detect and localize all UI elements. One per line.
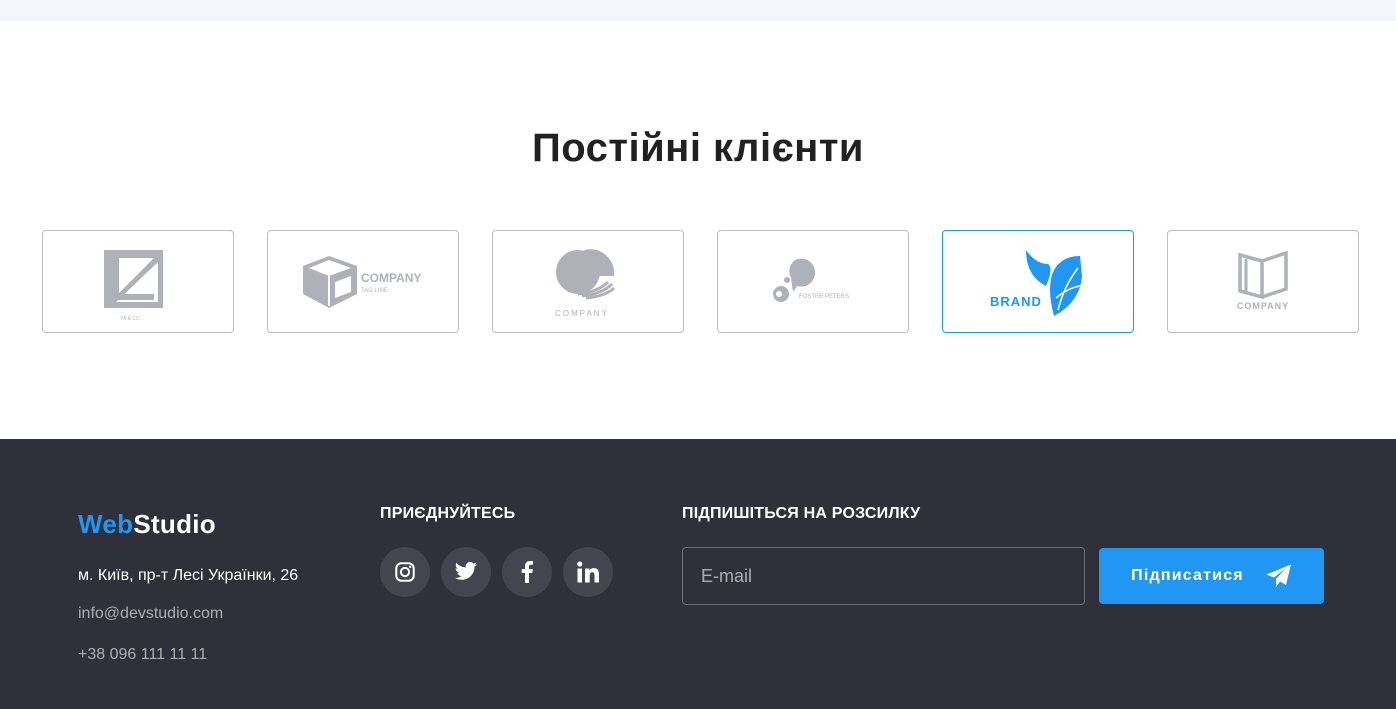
facebook-icon [521, 561, 533, 583]
footer: WebStudio м. Київ, пр-т Лесі Українки, 2… [0, 439, 1396, 709]
instagram-link[interactable] [380, 547, 430, 597]
client-logo-card[interactable]: COMPANY [1167, 230, 1359, 333]
section-title: Постійні клієнти [531, 126, 865, 170]
phone-link[interactable]: +38 096 111 11 11 [78, 646, 207, 664]
social-links [380, 547, 613, 597]
svg-text:COMPANY: COMPANY [1237, 301, 1289, 311]
svg-text:TAG LINE: TAG LINE [361, 288, 388, 294]
facebook-link[interactable] [502, 547, 552, 597]
ya-co-logo-icon: YA & CO [104, 249, 163, 322]
svg-text:BRAND: BRAND [990, 294, 1042, 309]
foster-peters-logo-icon: FOSTER PETERS [773, 258, 849, 302]
linkedin-icon [577, 561, 599, 583]
company-shell-logo-icon: COMPANY [555, 248, 616, 318]
company-book-logo-icon: COMPANY [1237, 250, 1289, 311]
svg-text:COMPANY: COMPANY [555, 309, 609, 318]
email-input[interactable] [682, 547, 1085, 605]
instagram-icon [395, 562, 415, 582]
client-logo-card[interactable]: COMPANY TAG LINE [267, 230, 459, 333]
client-logo-list: YA & CO COMPANY TAG LINE COMPANY FOSTER … [42, 230, 1359, 333]
client-logo-card[interactable]: YA & CO [42, 230, 234, 333]
subscribe-title: ПІДПИШІТЬСЯ НА РОЗСИЛКУ [682, 505, 921, 522]
client-logo-card[interactable]: BRAND [942, 230, 1134, 333]
linkedin-link[interactable] [563, 547, 613, 597]
twitter-link[interactable] [441, 547, 491, 597]
svg-text:COMPANY: COMPANY [361, 271, 421, 285]
subscribe-button[interactable]: Підписатися [1099, 548, 1324, 604]
twitter-icon [454, 562, 477, 580]
send-icon [1266, 564, 1291, 587]
subscribe-button-label: Підписатися [1131, 567, 1244, 584]
svg-text:FOSTER PETERS: FOSTER PETERS [799, 294, 849, 300]
join-title: ПРИЄДНУЙТЕСЬ [380, 505, 516, 522]
email-link[interactable]: info@devstudio.com [78, 605, 223, 623]
top-strip [0, 0, 1396, 21]
client-logo-card[interactable]: COMPANY [492, 230, 684, 333]
footer-logo[interactable]: WebStudio [78, 509, 216, 540]
client-logo-card[interactable]: FOSTER PETERS [717, 230, 909, 333]
company-box-logo-icon: COMPANY TAG LINE [303, 255, 421, 308]
logo-part-web: Web [78, 509, 134, 539]
logo-part-studio: Studio [133, 509, 216, 539]
clients-section: Постійні клієнти YA & CO COMPANY TAG LIN… [0, 21, 1396, 439]
brand-leaf-logo-icon: BRAND [990, 249, 1082, 316]
address-text: м. Київ, пр-т Лесі Українки, 26 [78, 567, 299, 584]
svg-text:YA & CO: YA & CO [120, 316, 140, 322]
